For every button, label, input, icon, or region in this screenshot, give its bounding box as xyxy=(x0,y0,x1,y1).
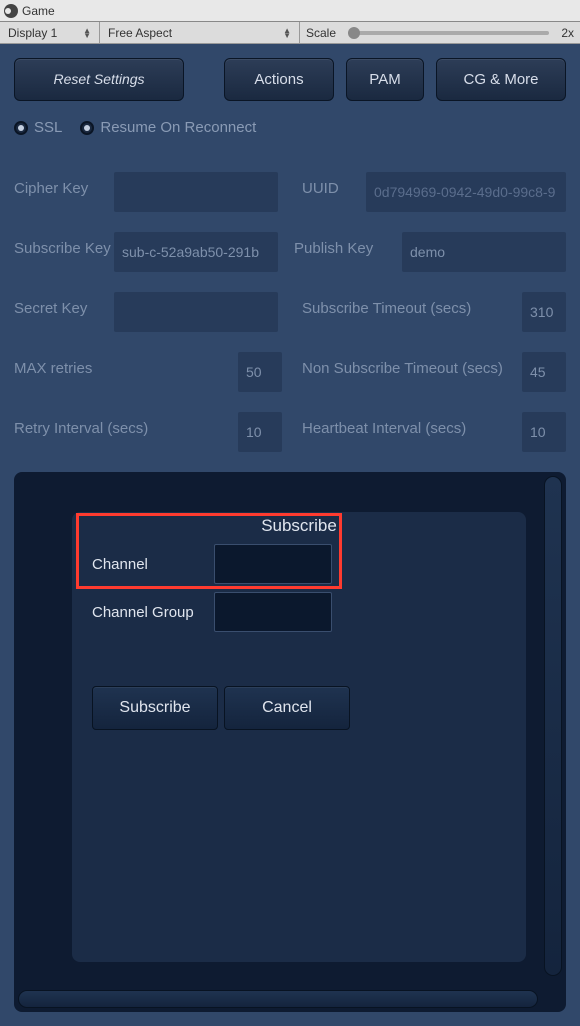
resume-label: Resume On Reconnect xyxy=(100,119,256,136)
main-content: Reset Settings Actions PAM CG & More SSL… xyxy=(0,44,580,1026)
secret-key-input[interactable] xyxy=(114,292,278,332)
scale-value: 2x xyxy=(555,26,580,40)
window-title: Game xyxy=(22,4,55,18)
uuid-label: UUID xyxy=(302,172,358,197)
subscribe-dialog: Subscribe Channel Channel Group Subscrib… xyxy=(72,512,526,962)
channel-label: Channel xyxy=(92,556,214,573)
nonsub-timeout-label: Non Subscribe Timeout (secs) xyxy=(302,352,514,377)
aspect-value: Free Aspect xyxy=(108,26,172,40)
display-value: Display 1 xyxy=(8,26,57,40)
retry-interval-label: Retry Interval (secs) xyxy=(14,412,238,437)
max-retries-label: MAX retries xyxy=(14,352,238,377)
channel-group-input[interactable] xyxy=(214,592,332,632)
log-panel: Subscribe Channel Channel Group Subscrib… xyxy=(14,472,566,1012)
publish-key-input[interactable] xyxy=(402,232,566,272)
heartbeat-label: Heartbeat Interval (secs) xyxy=(302,412,514,437)
sub-timeout-label: Subscribe Timeout (secs) xyxy=(302,292,514,317)
horizontal-scrollbar[interactable] xyxy=(18,990,538,1008)
heartbeat-input[interactable] xyxy=(522,412,566,452)
uuid-input[interactable] xyxy=(366,172,566,212)
cg-more-button[interactable]: CG & More xyxy=(436,58,566,101)
aspect-dropdown[interactable]: Free Aspect ▲▼ xyxy=(100,22,300,43)
secret-key-label: Secret Key xyxy=(14,292,114,317)
vertical-scrollbar[interactable] xyxy=(544,476,562,976)
ssl-label: SSL xyxy=(34,119,62,136)
chevron-updown-icon: ▲▼ xyxy=(283,28,291,38)
display-dropdown[interactable]: Display 1 ▲▼ xyxy=(0,22,100,43)
max-retries-input[interactable] xyxy=(238,352,282,392)
subscribe-key-label: Subscribe Key xyxy=(14,232,114,257)
sub-timeout-input[interactable] xyxy=(522,292,566,332)
ssl-checkbox[interactable]: SSL xyxy=(14,119,62,136)
scale-label: Scale xyxy=(300,26,342,40)
checkbox-row: SSL Resume On Reconnect xyxy=(14,119,566,136)
channel-input[interactable] xyxy=(214,544,332,584)
cipher-key-label: Cipher Key xyxy=(14,172,114,197)
nonsub-timeout-input[interactable] xyxy=(522,352,566,392)
actions-button[interactable]: Actions xyxy=(224,58,334,101)
channel-group-label: Channel Group xyxy=(92,604,214,621)
chevron-updown-icon: ▲▼ xyxy=(83,28,91,38)
dialog-title: Subscribe xyxy=(92,516,506,536)
publish-key-label: Publish Key xyxy=(294,232,394,257)
cipher-key-input[interactable] xyxy=(114,172,278,212)
subscribe-button[interactable]: Subscribe xyxy=(92,686,218,730)
resume-checkbox[interactable]: Resume On Reconnect xyxy=(80,119,256,136)
reset-settings-button[interactable]: Reset Settings xyxy=(14,58,184,101)
subscribe-key-input[interactable] xyxy=(114,232,278,272)
scale-slider[interactable] xyxy=(348,31,549,35)
slider-thumb[interactable] xyxy=(348,27,360,39)
cancel-button[interactable]: Cancel xyxy=(224,686,350,730)
window-titlebar: Game xyxy=(0,0,580,22)
radio-checked-icon xyxy=(80,121,94,135)
top-button-row: Reset Settings Actions PAM CG & More xyxy=(14,58,566,101)
radio-checked-icon xyxy=(14,121,28,135)
game-toolbar: Display 1 ▲▼ Free Aspect ▲▼ Scale 2x xyxy=(0,22,580,44)
unity-icon xyxy=(4,4,18,18)
pam-button[interactable]: PAM xyxy=(346,58,424,101)
retry-interval-input[interactable] xyxy=(238,412,282,452)
